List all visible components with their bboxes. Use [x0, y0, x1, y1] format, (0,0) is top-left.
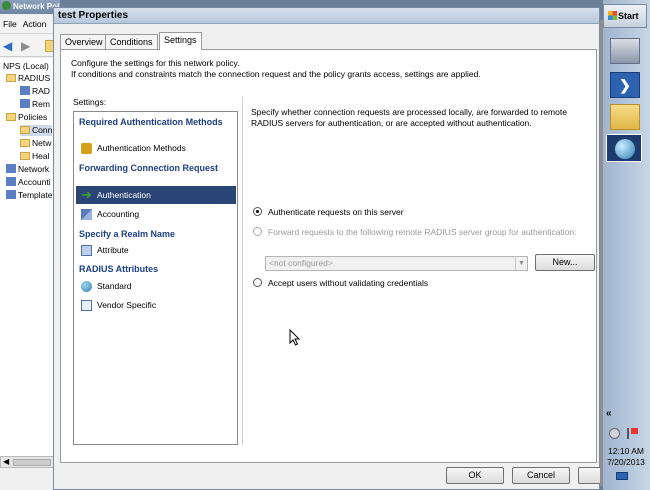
- tree-item-accounting[interactable]: Accounti: [6, 177, 51, 188]
- attribute-icon: [81, 245, 92, 256]
- radio-disabled-icon[interactable]: [253, 227, 262, 236]
- tab-settings[interactable]: Settings: [159, 32, 202, 50]
- console-tree: NPS (Local) RADIUS RAD Rem Policies Conn…: [0, 58, 56, 456]
- description-line-1: Configure the settings for this network …: [71, 58, 240, 68]
- scroll-left-icon[interactable]: ◀: [3, 457, 9, 466]
- radio-unchecked-icon[interactable]: [253, 278, 262, 287]
- nav-header-radius-attributes: RADIUS Attributes: [79, 264, 159, 274]
- nav-item-accounting[interactable]: Accounting: [76, 205, 236, 223]
- folder-icon: [20, 152, 30, 160]
- nav-item-attribute[interactable]: Attribute: [76, 241, 236, 259]
- explorer-folder-icon[interactable]: [610, 104, 640, 130]
- radio-checked-icon[interactable]: [253, 207, 262, 216]
- tray-clock[interactable]: 12:10 AM 7/20/2013: [604, 446, 648, 468]
- background-window-titlebar: Network Policy Server: [0, 0, 60, 14]
- dialog-titlebar[interactable]: test Properties: [54, 8, 599, 24]
- nav-header-forwarding: Forwarding Connection Request: [79, 163, 219, 173]
- radio-accept-without-validation[interactable]: Accept users without validating credenti…: [253, 278, 428, 288]
- detail-description: Specify whether connection requests are …: [251, 107, 567, 128]
- flag-icon[interactable]: [627, 428, 638, 439]
- nav-item-authentication[interactable]: ➔ Authentication: [76, 186, 236, 204]
- accounting-icon: [6, 177, 16, 186]
- tree-item-health-policies[interactable]: Heal: [20, 151, 49, 162]
- vendor-icon: [81, 300, 92, 311]
- settings-tab-page: Configure the settings for this network …: [60, 49, 597, 463]
- apply-button[interactable]: [578, 467, 602, 484]
- nps-app-icon: [2, 1, 11, 10]
- settings-nav-panel: Required Authentication Methods Authenti…: [73, 111, 238, 445]
- tree-item-remote-servers[interactable]: Rem: [20, 99, 50, 110]
- windows-logo-icon: [608, 11, 617, 20]
- nav-header-required-auth: Required Authentication Methods: [79, 117, 223, 127]
- tree-item-templates[interactable]: Template: [6, 190, 53, 201]
- cancel-button[interactable]: Cancel: [512, 467, 570, 484]
- folder-icon: [20, 139, 30, 147]
- radius-group-combo[interactable]: <not configured> ▼: [265, 256, 528, 271]
- radio-forward-requests[interactable]: Forward requests to the following remote…: [253, 227, 577, 237]
- mouse-cursor-icon: [289, 329, 300, 346]
- menu-action[interactable]: Action: [20, 16, 50, 32]
- tree-item-radius-clients[interactable]: RAD: [20, 86, 50, 97]
- background-menubar: File Action: [0, 16, 60, 34]
- description-line-2: If conditions and constraints match the …: [71, 69, 481, 79]
- network-icon: [6, 164, 16, 173]
- nav-item-standard[interactable]: Standard: [76, 277, 236, 295]
- lock-icon: [81, 143, 92, 154]
- tree-item-nps-local[interactable]: NPS (Local): [3, 61, 49, 72]
- horizontal-scrollbar[interactable]: ◀: [0, 456, 56, 468]
- menu-file[interactable]: File: [0, 16, 20, 32]
- properties-dialog: test Properties Overview Conditions Sett…: [53, 7, 602, 490]
- tree-item-network-access[interactable]: Network: [6, 164, 49, 175]
- tree-item-radius[interactable]: RADIUS: [6, 73, 50, 84]
- tab-description: Configure the settings for this network …: [71, 58, 481, 80]
- background-toolbar: ◀ ▶: [0, 35, 60, 57]
- settings-detail-panel: Specify whether connection requests are …: [242, 97, 596, 445]
- server-icon: [20, 86, 30, 95]
- tab-overview[interactable]: Overview: [60, 34, 108, 49]
- new-button[interactable]: New...: [535, 254, 595, 271]
- nav-item-vendor-specific[interactable]: Vendor Specific: [76, 296, 236, 314]
- globe-icon: [81, 281, 92, 292]
- globe-icon: [615, 139, 635, 159]
- ok-button[interactable]: OK: [446, 467, 504, 484]
- powershell-icon[interactable]: ❯: [610, 72, 640, 98]
- folder-icon: [6, 113, 16, 121]
- scroll-thumb[interactable]: [13, 459, 51, 466]
- green-arrow-icon: ➔: [81, 187, 92, 202]
- back-arrow-icon[interactable]: ◀: [3, 39, 12, 53]
- tray-expand-chevron[interactable]: «: [606, 408, 612, 419]
- chevron-down-icon[interactable]: ▼: [515, 257, 527, 270]
- radio-authenticate-locally[interactable]: Authenticate requests on this server: [253, 207, 404, 217]
- tree-item-network-policies[interactable]: Netw: [20, 138, 51, 149]
- clock-time: 12:10 AM: [608, 446, 644, 456]
- forward-arrow-icon[interactable]: ▶: [21, 39, 30, 53]
- server-icon: [20, 99, 30, 108]
- clock-date: 7/20/2013: [607, 457, 645, 467]
- nav-item-authentication-methods[interactable]: Authentication Methods: [76, 139, 236, 157]
- nps-taskbar-button[interactable]: [606, 134, 642, 162]
- tree-item-policies[interactable]: Policies: [6, 112, 47, 123]
- background-mmc-window: Network Policy Server FileAction ◀ ▶ NPS…: [0, 0, 60, 490]
- tree-item-connection-policies[interactable]: Conn: [20, 125, 53, 136]
- accounting-icon: [81, 209, 92, 220]
- templates-icon: [6, 190, 16, 199]
- folder-open-icon: [20, 126, 30, 134]
- tab-conditions[interactable]: Conditions: [105, 34, 158, 49]
- volume-muted-icon[interactable]: [609, 428, 620, 439]
- settings-label: Settings:: [73, 97, 107, 107]
- show-desktop-icon[interactable]: [616, 472, 628, 480]
- server-manager-icon[interactable]: [610, 38, 640, 64]
- dialog-title: test Properties: [58, 10, 129, 21]
- start-button[interactable]: Start: [603, 4, 647, 28]
- nav-header-realm: Specify a Realm Name: [79, 229, 176, 239]
- folder-icon: [6, 74, 16, 82]
